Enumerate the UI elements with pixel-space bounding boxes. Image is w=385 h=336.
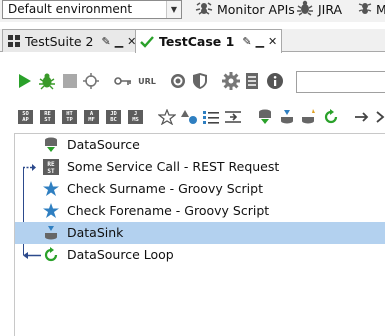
monitor-icon [195, 0, 213, 19]
add-datasource-button[interactable] [256, 109, 274, 125]
debug-bug-icon [39, 73, 55, 90]
search-input[interactable] [296, 71, 385, 93]
pin-icon[interactable]: ✎ [101, 35, 110, 48]
close-icon[interactable]: ✕ [268, 35, 277, 48]
pin-icon[interactable]: ✎ [242, 35, 251, 48]
add-assertion-button[interactable] [158, 109, 176, 125]
add-properties-button[interactable] [202, 109, 220, 125]
tab-label: TestCase 1 [159, 34, 235, 49]
chevron-right-icon [375, 111, 384, 123]
add-transfer-button[interactable] [224, 109, 242, 125]
info-icon [267, 73, 283, 89]
star-outline-icon [158, 109, 176, 125]
key-icon [114, 77, 131, 85]
datasink-icon [281, 110, 293, 124]
loop-arrow-out-icon [23, 164, 36, 171]
test-steps-list: DataSource RE ST Some Service Call - RES… [14, 133, 385, 336]
monitor-apis-button[interactable]: Monitor APIs [195, 0, 295, 19]
document-list-icon [246, 73, 258, 89]
database-gen-icon [302, 109, 315, 124]
toolbar-overflow-button[interactable] [374, 109, 385, 125]
list-item[interactable]: RE ST Some Service Call - REST Request [15, 156, 385, 178]
tab-testsuite-2[interactable]: TestSuite 2 ✎ ▁ ✕ [2, 29, 142, 52]
step-label: DataSource Loop [67, 247, 174, 262]
overflow-label: M [376, 2, 385, 17]
chevron-down-icon[interactable]: ▼ [166, 1, 181, 18]
step-label: Check Surname - Groovy Script [67, 181, 263, 196]
minimize-icon[interactable]: ▁ [115, 35, 123, 48]
add-datasink-button[interactable] [278, 109, 296, 125]
environment-value: Default environment [8, 2, 133, 16]
add-amf-request-button[interactable]: A MF [84, 110, 99, 124]
settings-button[interactable] [222, 72, 240, 90]
stop-icon [63, 74, 77, 88]
datasink-icon [45, 226, 57, 240]
step-label: Some Service Call - REST Request [67, 159, 280, 174]
toolbar-more-icon [358, 0, 372, 19]
jira-button[interactable]: JIRA [296, 0, 342, 19]
gear-icon [222, 72, 240, 90]
editor-tab-bar: TestSuite 2 ✎ ▁ ✕ TestCase 1 ✎ ▁ ✕ [0, 29, 385, 53]
properties-button[interactable] [245, 73, 259, 89]
minimize-icon[interactable]: ▁ [256, 35, 264, 48]
rest-request-icon: RE ST [43, 159, 59, 175]
transfer-icon [225, 111, 241, 123]
checkmark-icon [140, 35, 154, 48]
auth-button[interactable] [114, 74, 132, 88]
database-icon [259, 109, 271, 124]
svg-text:ST: ST [47, 168, 55, 175]
security-button[interactable] [191, 72, 209, 90]
step-label: DataSink [67, 225, 124, 240]
debug-button[interactable] [38, 72, 56, 90]
loop-arrow-in-icon [23, 252, 41, 259]
coverage-button[interactable] [169, 72, 187, 90]
testsuite-icon [8, 35, 20, 47]
list-item[interactable]: DataSource Loop [15, 244, 385, 266]
info-button[interactable] [266, 72, 284, 90]
groovy-star-icon [43, 181, 59, 196]
datasource-icon [45, 137, 57, 152]
jira-label: JIRA [318, 2, 343, 17]
add-jms-request-button[interactable]: J MS [128, 110, 143, 124]
step-label: DataSource [67, 137, 140, 152]
add-soap-request-button[interactable]: SO AP [18, 110, 33, 124]
monitor-apis-label: Monitor APIs [217, 2, 295, 17]
loop-icon [44, 247, 58, 262]
url-button[interactable]: URL [136, 74, 158, 88]
stop-button[interactable] [62, 73, 78, 89]
add-datagen-button[interactable] [300, 109, 318, 125]
step-label: Check Forename - Groovy Script [67, 203, 270, 218]
crosshair-icon [83, 73, 99, 89]
shield-icon [193, 73, 207, 89]
gauge-icon [171, 74, 185, 88]
target-button[interactable] [82, 72, 100, 90]
top-bar: Default environment ▼ Monitor APIs JIRA [0, 0, 385, 22]
shapes-icon [181, 110, 197, 124]
add-groovy-button[interactable] [180, 109, 198, 125]
play-icon [19, 74, 31, 88]
add-http-request-button[interactable]: HT TP [62, 110, 77, 124]
bug-icon [296, 0, 314, 19]
tab-testcase-1[interactable]: TestCase 1 ✎ ▁ ✕ [135, 29, 283, 53]
tab-label: TestSuite 2 [25, 33, 94, 49]
add-rest-request-button[interactable]: RE ST [40, 110, 55, 124]
loop-icon [324, 109, 338, 124]
list-item[interactable]: DataSource [15, 134, 385, 156]
url-label: URL [138, 76, 156, 86]
list-icon [203, 111, 219, 124]
svg-text:RE: RE [47, 161, 55, 168]
overflow-button[interactable]: M [358, 0, 385, 19]
add-loop-button[interactable] [322, 109, 340, 125]
list-item[interactable]: DataSink [15, 222, 385, 244]
add-jdbc-request-button[interactable]: JD BC [106, 110, 121, 124]
environment-select[interactable]: Default environment ▼ [2, 0, 182, 19]
list-item[interactable]: Check Surname - Groovy Script [15, 178, 385, 200]
arrow-right-icon [355, 112, 369, 122]
list-item[interactable]: Check Forename - Groovy Script [15, 200, 385, 222]
run-button[interactable] [17, 72, 33, 90]
groovy-star-icon [43, 203, 59, 218]
add-goto-button[interactable] [354, 109, 370, 125]
